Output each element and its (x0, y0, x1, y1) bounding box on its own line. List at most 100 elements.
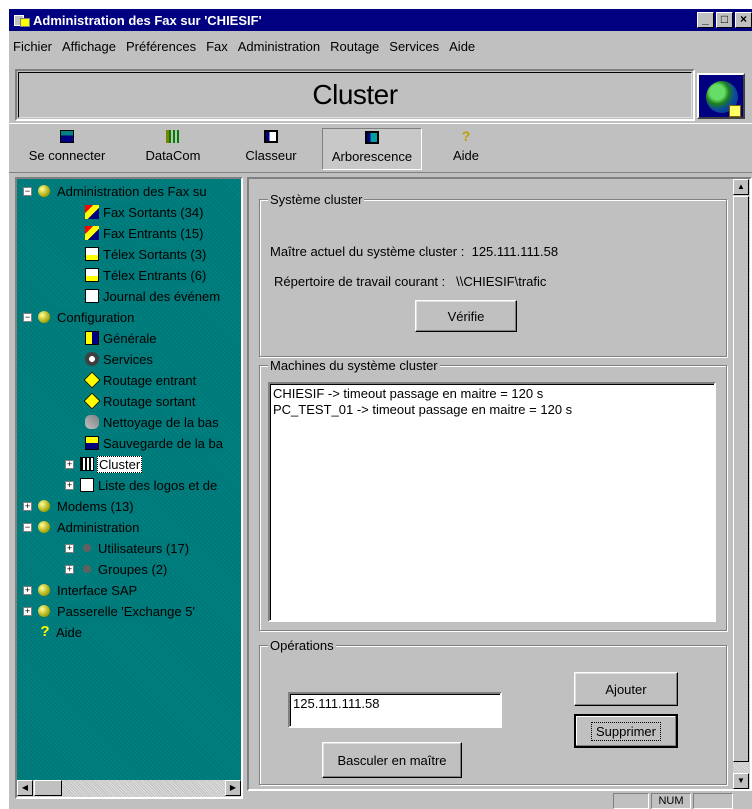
menu-services[interactable]: Services (385, 39, 445, 54)
tree-item[interactable]: − Administration des Fax su (23, 181, 208, 201)
tree-item[interactable]: ? Aide (23, 622, 84, 642)
title-bar[interactable]: Administration des Fax sur 'CHIESIF' _ □… (9, 9, 752, 31)
tree-item-label: Nettoyage de la bas (102, 414, 220, 430)
classeur-label: Classeur (245, 148, 297, 163)
journal-icon (80, 478, 94, 492)
help-icon: ? (40, 623, 50, 640)
tree-item-label: Administration (56, 519, 141, 535)
folder-ball-icon (38, 605, 50, 617)
tree-item[interactable]: + Modems (13) (23, 496, 135, 516)
tree-item[interactable]: Sauvegarde de la ba (85, 433, 224, 453)
machines-group: Machines du système cluster CHIESIF -> t… (259, 358, 727, 631)
machines-legend: Machines du système cluster (268, 358, 440, 373)
tree-item[interactable]: Services (85, 349, 154, 369)
switch-master-button[interactable]: Basculer en maître (322, 742, 462, 778)
navigation-tree[interactable]: ◀ ▶ − Administration des Fax su Fax Sortan… (15, 177, 243, 799)
workdir-label: Répertoire de travail courant : \\CHIESI… (274, 274, 547, 289)
expand-icon[interactable]: + (65, 480, 74, 490)
classeur-button[interactable]: Classeur (235, 128, 307, 170)
tree-item-label: Aide (55, 624, 84, 640)
tree-item[interactable]: + Interface SAP (23, 580, 139, 600)
folder-ball-icon (38, 500, 50, 512)
tree-item[interactable]: + Liste des logos et de (65, 475, 219, 495)
toolbar: Se connecter DataCom Classeur Arborescen… (9, 123, 752, 173)
tree-item-label: Configuration (56, 309, 136, 325)
tree-item[interactable]: Générale (85, 328, 158, 348)
add-button[interactable]: Ajouter (574, 672, 678, 706)
tree-item-label: Services (102, 351, 154, 367)
tree-item-label: Routage sortant (102, 393, 197, 409)
verify-button[interactable]: Vérifie (415, 300, 517, 332)
classeur-icon (264, 130, 278, 143)
tree-item[interactable]: + Cluster (65, 454, 143, 474)
scroll-up-button[interactable]: ▲ (733, 179, 749, 195)
scroll-down-button[interactable]: ▼ (733, 773, 749, 789)
tree-item-label: Interface SAP (56, 582, 139, 598)
maximize-button[interactable]: □ (716, 12, 733, 28)
tree-item[interactable]: Journal des événem (85, 286, 222, 306)
address-input[interactable]: 125.111.111.58 (288, 692, 502, 728)
tree-icon (365, 131, 379, 144)
close-button[interactable]: × (735, 12, 752, 28)
expand-icon[interactable]: + (65, 564, 74, 574)
tree-item[interactable]: Fax Entrants (15) (85, 223, 205, 243)
telex-icon (85, 247, 99, 261)
fax-icon (85, 205, 99, 219)
tree-item[interactable]: Routage entrant (83, 370, 198, 390)
tree-item[interactable]: Télex Sortants (3) (85, 244, 208, 264)
tree-item[interactable]: Télex Entrants (6) (85, 265, 208, 285)
expand-icon[interactable]: + (23, 606, 32, 616)
expand-icon[interactable]: + (23, 585, 32, 595)
collapse-icon[interactable]: − (23, 522, 32, 532)
machine-list-item[interactable]: PC_TEST_01 -> timeout passage en maitre … (273, 402, 711, 418)
tree-item-label: Télex Entrants (6) (102, 267, 208, 283)
menu-affichage[interactable]: Affichage (58, 39, 122, 54)
connect-label: Se connecter (28, 148, 106, 163)
arborescence-label: Arborescence (331, 149, 413, 164)
tree-item[interactable]: Routage sortant (83, 391, 197, 411)
status-cell-empty (613, 793, 649, 809)
machine-list-item[interactable]: CHIESIF -> timeout passage en maitre = 1… (273, 386, 711, 402)
aide-button[interactable]: ? Aide (441, 128, 491, 170)
menu-fax[interactable]: Fax (202, 39, 234, 54)
expand-icon[interactable]: + (65, 459, 74, 469)
tree-item[interactable]: − Administration (23, 517, 141, 537)
panel-scroll-thumb[interactable] (733, 196, 749, 762)
folder-ball-icon (38, 185, 50, 197)
arborescence-button[interactable]: Arborescence (322, 128, 422, 170)
cluster-icon (80, 457, 94, 471)
menu-aide[interactable]: Aide (445, 39, 481, 54)
services-icon (85, 352, 99, 366)
menu-preferences[interactable]: Préférences (122, 39, 202, 54)
globe-icon (697, 73, 745, 119)
menu-administration[interactable]: Administration (234, 39, 326, 54)
fax-app-icon[interactable] (13, 13, 30, 27)
collapse-icon[interactable]: − (23, 312, 32, 322)
machines-list[interactable]: CHIESIF -> timeout passage en maitre = 1… (268, 382, 716, 622)
tree-item[interactable]: + Utilisateurs (17) (65, 538, 191, 558)
tree-item[interactable]: Fax Sortants (34) (85, 202, 205, 222)
tree-item[interactable]: Nettoyage de la bas (85, 412, 220, 432)
master-value: 125.111.111.58 (471, 244, 559, 259)
tree-item[interactable]: + Groupes (2) (65, 559, 169, 579)
tree-item-label: Fax Entrants (15) (102, 225, 205, 241)
expand-icon[interactable]: + (23, 501, 32, 511)
tree-item-label: Cluster (97, 455, 143, 473)
connect-icon (60, 130, 74, 143)
delete-button[interactable]: Supprimer (574, 714, 678, 748)
tree-item[interactable]: + Passerelle 'Exchange 5' (23, 601, 196, 621)
panel-vertical-scrollbar[interactable]: ▲ ▼ (733, 179, 750, 789)
tree-item[interactable]: − Configuration (23, 307, 136, 327)
tree-item-label: Télex Sortants (3) (102, 246, 208, 262)
cluster-panel: Système cluster Maître actuel du système… (247, 177, 752, 791)
connect-button[interactable]: Se connecter (17, 128, 117, 170)
menu-routage[interactable]: Routage (326, 39, 385, 54)
minimize-button[interactable]: _ (697, 12, 714, 28)
menu-fichier[interactable]: Fichier (9, 39, 58, 54)
collapse-icon[interactable]: − (23, 186, 32, 196)
datacom-button[interactable]: DataCom (137, 128, 209, 170)
expand-icon[interactable]: + (65, 543, 74, 553)
tree-item-label: Routage entrant (102, 372, 198, 388)
tree-item-label: Passerelle 'Exchange 5' (56, 603, 196, 619)
page-title: Cluster (18, 72, 692, 118)
